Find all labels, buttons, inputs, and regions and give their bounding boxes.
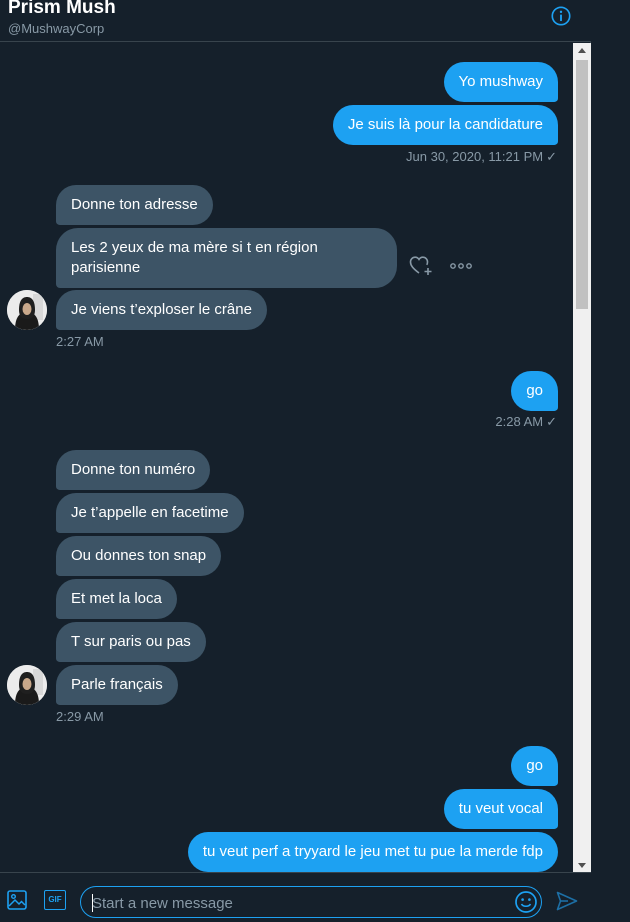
conversation-title[interactable]: Prism Mush <box>8 0 116 19</box>
message-timestamp: Jun 30, 2020, 11:21 PM ✓ <box>406 149 557 165</box>
received-message[interactable]: Les 2 yeux de ma mère si t en région par… <box>56 228 397 288</box>
message-timestamp: 2:29 AM <box>56 709 104 724</box>
avatar-image <box>7 665 47 705</box>
sent-message[interactable]: go <box>511 371 558 411</box>
image-upload-icon[interactable] <box>7 890 27 910</box>
scroll-down-arrow[interactable] <box>578 863 586 868</box>
scrollbar-thumb[interactable] <box>576 60 588 309</box>
message-scrollbar[interactable] <box>573 43 591 872</box>
conversation-handle: @MushwayCorp <box>8 21 105 36</box>
gif-label: GIF <box>48 895 62 904</box>
received-message[interactable]: Je viens t’exploser le crâne <box>56 290 267 330</box>
avatar[interactable] <box>7 290 47 330</box>
avatar[interactable] <box>7 665 47 705</box>
more-options-icon[interactable] <box>450 262 472 270</box>
send-icon[interactable] <box>556 891 578 911</box>
received-message[interactable]: Donne ton numéro <box>56 450 211 490</box>
timestamp-text: Jun 30, 2020, 11:21 PM <box>406 149 544 164</box>
info-icon[interactable] <box>550 5 572 27</box>
message-input-wrapper <box>80 886 542 918</box>
message-timestamp: 2:28 AM ✓ <box>495 414 557 430</box>
message-composer: GIF <box>0 872 591 922</box>
received-message[interactable]: Parle français <box>56 665 178 705</box>
received-message[interactable]: Donne ton adresse <box>56 185 213 225</box>
app: Prism Mush @MushwayCorp Yo mushway Je su… <box>0 0 630 922</box>
read-check-icon: ✓ <box>546 149 557 164</box>
received-message[interactable]: Et met la loca <box>56 579 177 619</box>
like-heart-plus-icon[interactable] <box>409 255 433 277</box>
sent-message[interactable]: tu veut vocal <box>443 789 558 829</box>
sent-message[interactable]: tu veut perf a tryyard le jeu met tu pue… <box>187 832 558 872</box>
received-message[interactable]: Ou donnes ton snap <box>56 536 222 576</box>
read-check-icon: ✓ <box>546 414 557 429</box>
sent-message[interactable]: Yo mushway <box>443 62 558 102</box>
timestamp-text: 2:28 AM <box>495 414 544 429</box>
message-input[interactable] <box>92 892 512 914</box>
received-message[interactable]: T sur paris ou pas <box>56 622 206 662</box>
avatar-image <box>7 290 47 330</box>
conversation-header: Prism Mush @MushwayCorp <box>0 0 591 42</box>
sent-message[interactable]: Je suis là pour la candidature <box>332 105 558 145</box>
sent-message[interactable]: go <box>511 746 558 786</box>
received-message[interactable]: Je t’appelle en facetime <box>56 493 244 533</box>
conversation-panel: Prism Mush @MushwayCorp Yo mushway Je su… <box>0 0 591 922</box>
gif-button[interactable]: GIF <box>44 890 66 910</box>
emoji-icon[interactable] <box>514 890 538 914</box>
scroll-up-arrow[interactable] <box>578 48 586 53</box>
message-timestamp: 2:27 AM <box>56 334 104 349</box>
